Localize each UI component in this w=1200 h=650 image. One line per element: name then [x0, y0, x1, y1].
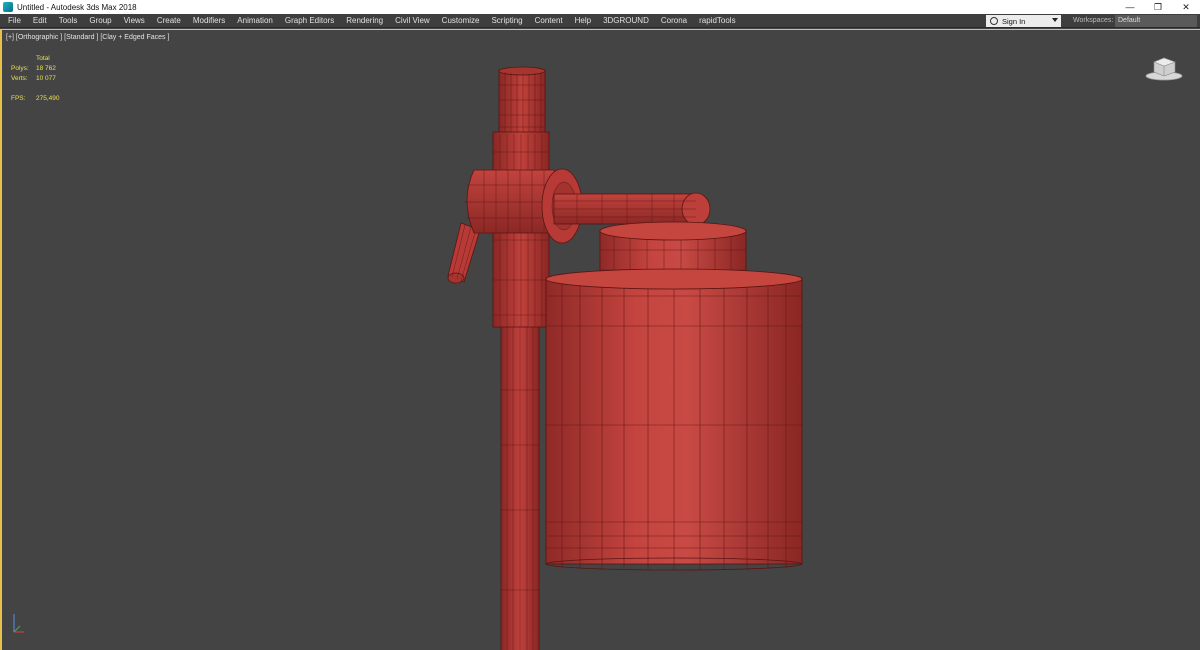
- menu-3dground[interactable]: 3DGROUND: [597, 14, 655, 28]
- polys-value: 18 762: [36, 65, 56, 72]
- pole-lower: [500, 319, 540, 650]
- menu-file[interactable]: File: [2, 14, 27, 28]
- verts-value: 10 077: [36, 75, 56, 82]
- workspaces-select[interactable]: Default: [1115, 15, 1197, 27]
- menu-views[interactable]: Views: [118, 14, 151, 28]
- sign-in-label: Sign In: [1002, 16, 1026, 26]
- fps-value: 275,490: [36, 95, 60, 102]
- minimize-button[interactable]: —: [1116, 0, 1144, 14]
- axis-tripod-icon: [13, 614, 24, 633]
- menu-help[interactable]: Help: [569, 14, 597, 28]
- app-window: Untitled - Autodesk 3ds Max 2018 — ❐ ✕ F…: [0, 0, 1200, 650]
- menu-items: File Edit Tools Group Views Create Modif…: [0, 14, 742, 28]
- user-icon: [990, 17, 998, 25]
- title-bar: Untitled - Autodesk 3ds Max 2018 — ❐ ✕: [0, 0, 1200, 14]
- workspaces-label: Workspaces:: [1073, 17, 1114, 24]
- menu-corona[interactable]: Corona: [655, 14, 693, 28]
- stats-total-label: Total: [36, 55, 50, 62]
- 3d-model-render: [447, 66, 803, 650]
- window-title: Untitled - Autodesk 3ds Max 2018: [17, 2, 137, 12]
- menu-bar: File Edit Tools Group Views Create Modif…: [0, 14, 1200, 28]
- polys-label: Polys:: [11, 65, 29, 72]
- lamp-shade: [545, 268, 803, 571]
- menu-scripting[interactable]: Scripting: [485, 14, 528, 28]
- 3dsmax-app-icon: [3, 2, 13, 12]
- menu-edit[interactable]: Edit: [27, 14, 53, 28]
- restore-button[interactable]: ❐: [1144, 0, 1172, 14]
- menu-content[interactable]: Content: [529, 14, 569, 28]
- viewport-statistics: Total Polys: 18 762 Verts: 10 077 FPS: 275,…: [11, 54, 60, 104]
- sign-in-dropdown[interactable]: Sign In: [986, 15, 1061, 27]
- menu-animation[interactable]: Animation: [231, 14, 279, 28]
- menu-customize[interactable]: Customize: [436, 14, 486, 28]
- close-button[interactable]: ✕: [1172, 0, 1200, 14]
- menu-group[interactable]: Group: [83, 14, 117, 28]
- menu-rapidtools[interactable]: rapidTools: [693, 14, 741, 28]
- fps-label: FPS:: [11, 95, 26, 102]
- window-controls: — ❐ ✕: [1116, 0, 1200, 14]
- viewcube-icon[interactable]: [1144, 52, 1184, 82]
- menu-tools[interactable]: Tools: [53, 14, 84, 28]
- menu-civil-view[interactable]: Civil View: [389, 14, 436, 28]
- chevron-down-icon: [1052, 18, 1058, 22]
- menu-modifiers[interactable]: Modifiers: [187, 14, 231, 28]
- menu-graph-editors[interactable]: Graph Editors: [279, 14, 340, 28]
- perspective-viewport[interactable]: [+] [Orthographic ] [Standard ] [Clay + …: [0, 29, 1200, 650]
- viewport-label[interactable]: [+] [Orthographic ] [Standard ] [Clay + …: [6, 34, 169, 41]
- verts-label: Verts:: [11, 75, 28, 82]
- menu-rendering[interactable]: Rendering: [340, 14, 389, 28]
- menu-create[interactable]: Create: [151, 14, 187, 28]
- lamp-arm: [553, 192, 711, 226]
